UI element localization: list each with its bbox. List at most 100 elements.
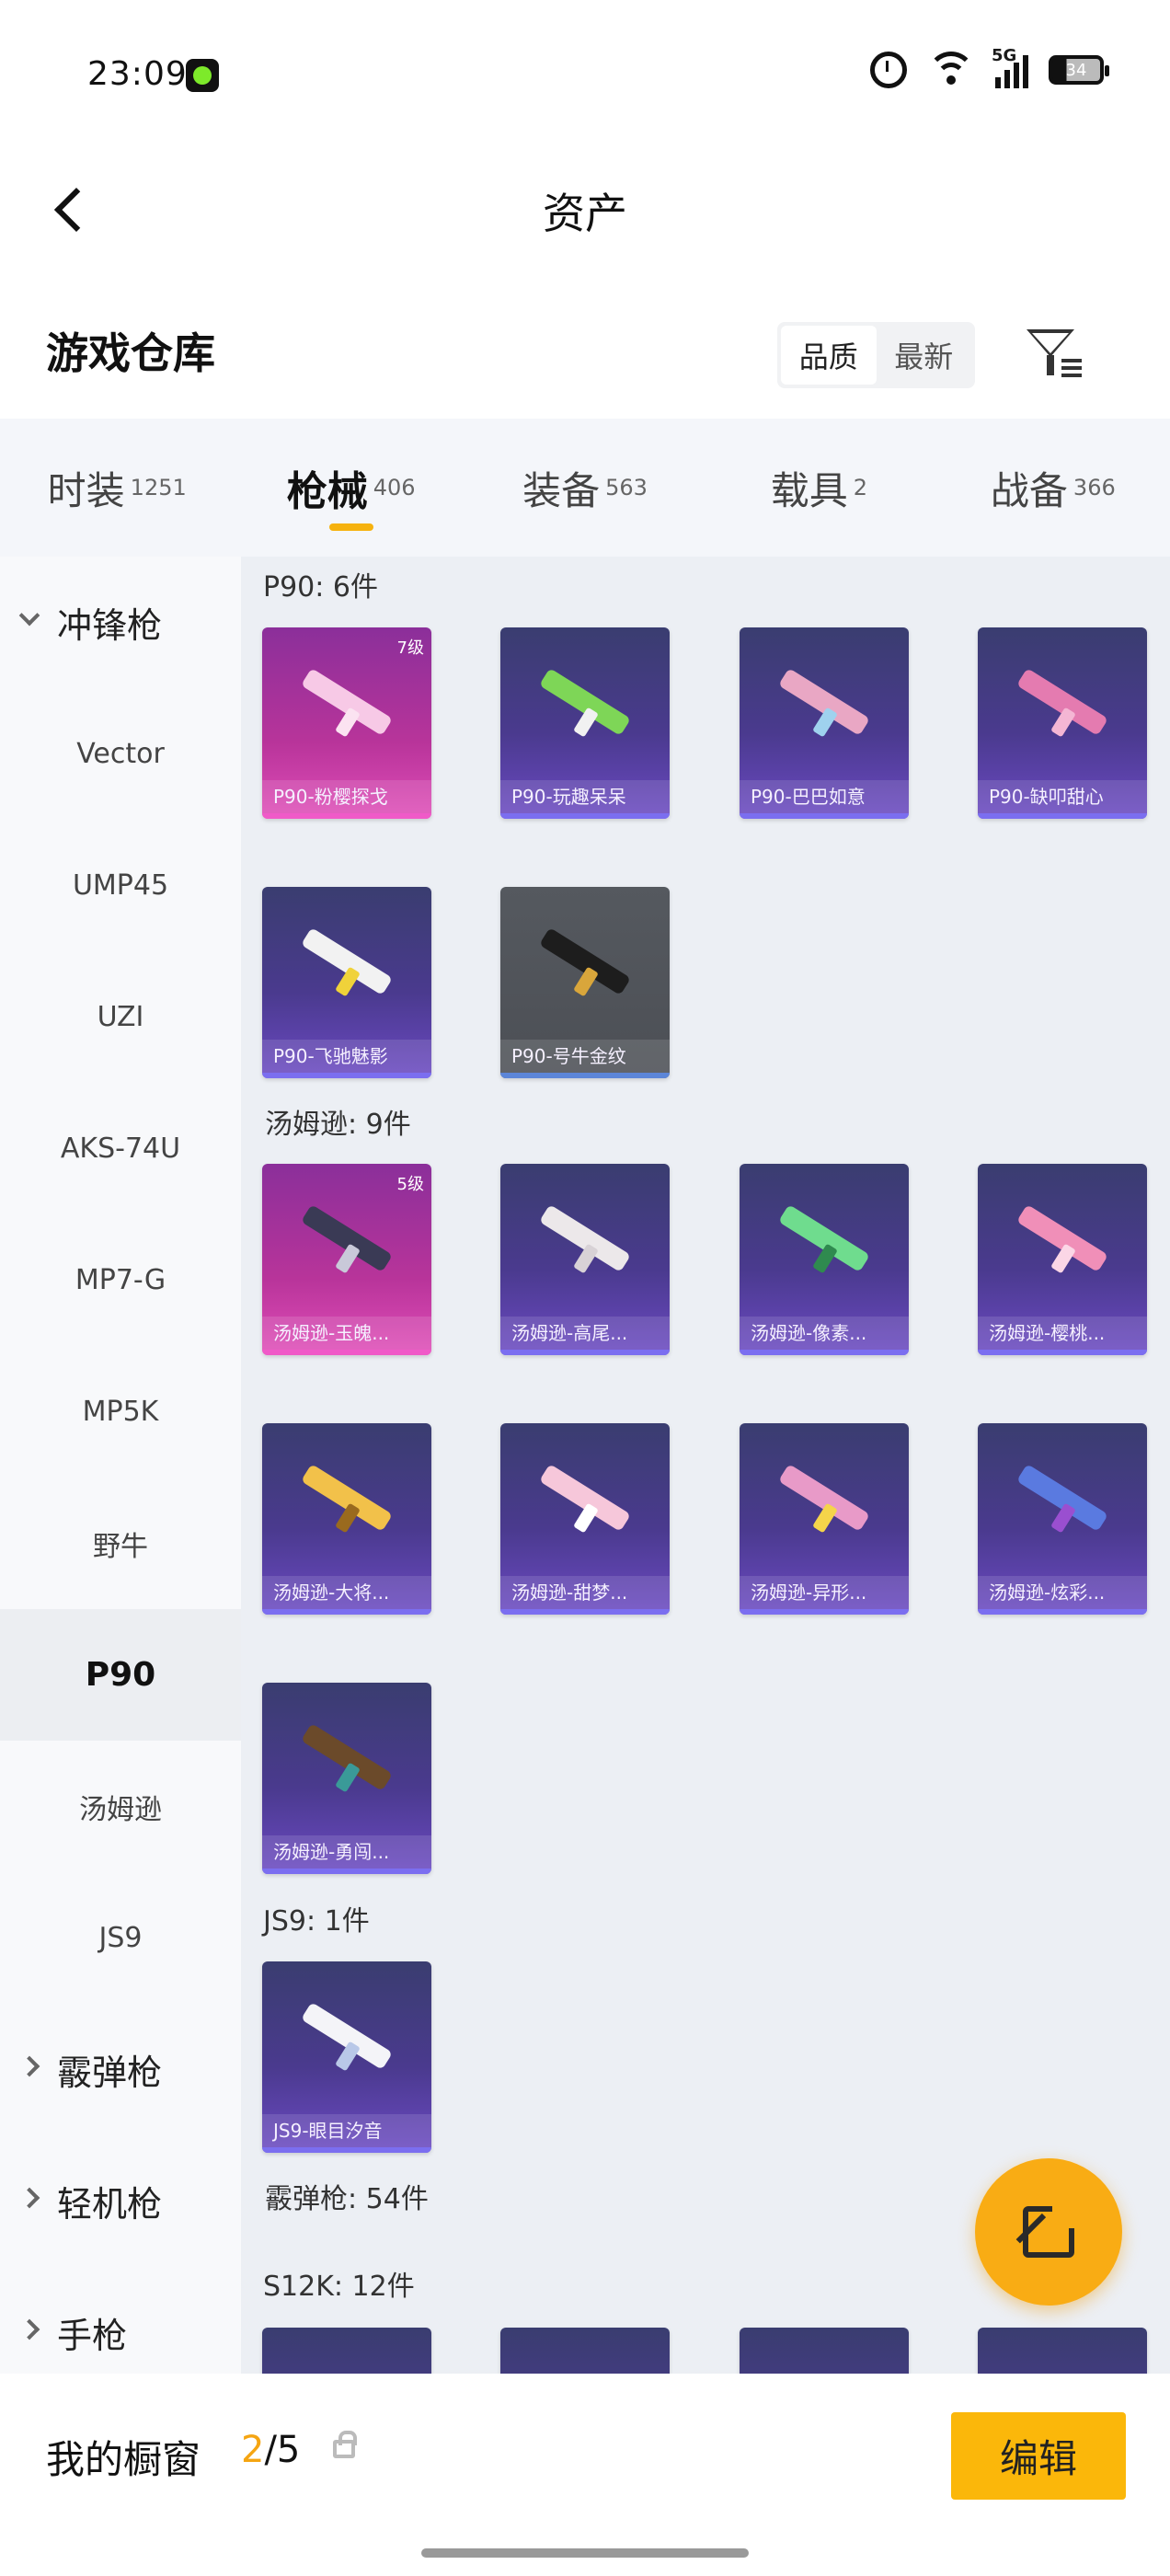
clock: 23:09: [87, 55, 188, 93]
weapon-grid: P90: 6件 7级 P90-粉樱探戈 P90-玩趣呆呆 P90-巴巴如意 P9…: [241, 557, 1170, 2374]
status-bar: 23:09 5G 34: [0, 0, 1170, 147]
thompson-skin-icon: [1005, 1464, 1119, 1534]
js9-skin-icon: [290, 2002, 404, 2072]
sidebar-group-lmg[interactable]: 轻机枪: [0, 2135, 241, 2267]
weapon-card[interactable]: [500, 2328, 670, 2374]
p90-skin-icon: [290, 927, 404, 997]
chevron-right-icon: [18, 2055, 40, 2077]
battery-icon: 34: [1049, 55, 1109, 85]
level-badge: 7级: [396, 638, 424, 658]
category-tabs: 时装 1251 枪械 406 装备 563 载具 2 战备 366: [0, 419, 1170, 557]
weapon-card[interactable]: 汤姆逊-高尾...: [500, 1164, 670, 1355]
chevron-right-icon: [18, 2187, 40, 2209]
edit-button[interactable]: 编辑: [951, 2412, 1126, 2500]
p90-skin-icon: [290, 668, 404, 738]
sidebar-item-js9[interactable]: JS9: [0, 1872, 241, 2004]
section-header: 游戏仓库 品质 最新: [0, 294, 1170, 414]
weapon-card[interactable]: 汤姆逊-炫彩...: [978, 1423, 1147, 1615]
weapon-card[interactable]: [740, 2328, 909, 2374]
share-button[interactable]: [975, 2158, 1122, 2306]
home-indicator[interactable]: [421, 2548, 749, 2558]
sidebar-item-vector[interactable]: Vector: [0, 688, 241, 820]
group-header-thompson: 汤姆逊: 9件: [265, 1109, 411, 1141]
weapon-card[interactable]: P90-缺叩甜心: [978, 627, 1147, 819]
sidebar-item-p90[interactable]: P90: [0, 1609, 241, 1741]
filter-button[interactable]: [1021, 322, 1085, 386]
tab-firearms[interactable]: 枪械 406: [234, 419, 467, 557]
weapon-name: P90-飞驰魅影: [262, 1040, 431, 1073]
sidebar-item-mp5k[interactable]: MP5K: [0, 1346, 241, 1478]
filter-icon: [1027, 329, 1074, 357]
thompson-skin-icon: [290, 1204, 404, 1274]
group-header-s12k: S12K: 12件: [263, 2271, 415, 2303]
weapon-card[interactable]: P90-玩趣呆呆: [500, 627, 670, 819]
group-header-shotgun: 霰弹枪: 54件: [265, 2183, 429, 2215]
sort-newest-button[interactable]: 最新: [877, 326, 972, 385]
weapon-name: 汤姆逊-像素...: [740, 1317, 909, 1350]
thompson-skin-icon: [767, 1464, 881, 1534]
weapon-name: 汤姆逊-勇闯...: [262, 1835, 431, 1869]
alarm-icon: [870, 52, 907, 88]
showcase-count: 2/5: [241, 2429, 301, 2471]
p90-skin-icon: [767, 668, 881, 738]
weapon-name: JS9-眼目汐音: [262, 2114, 431, 2147]
sort-toggle: 品质 最新: [777, 322, 975, 388]
weapon-card[interactable]: P90-号牛金纹: [500, 887, 670, 1078]
cellular-signal-icon: 5G: [992, 46, 1028, 88]
thompson-skin-icon: [290, 1464, 404, 1534]
showcase-label: 我的橱窗: [46, 2437, 201, 2482]
weapon-name: 汤姆逊-樱桃...: [978, 1317, 1147, 1350]
p90-skin-icon: [528, 927, 642, 997]
weapon-name: 汤姆逊-玉魄...: [262, 1317, 431, 1350]
section-title: 游戏仓库: [46, 328, 215, 378]
group-header-js9: JS9: 1件: [263, 1905, 370, 1938]
tab-outfits[interactable]: 时装 1251: [0, 419, 234, 557]
sidebar-group-shotgun[interactable]: 霰弹枪: [0, 2004, 241, 2135]
thompson-skin-icon: [1005, 1204, 1119, 1274]
thompson-skin-icon: [290, 1723, 404, 1793]
weapon-card[interactable]: 汤姆逊-甜梦...: [500, 1423, 670, 1615]
weapon-name: 汤姆逊-甜梦...: [500, 1576, 670, 1609]
weapon-card[interactable]: [978, 2328, 1147, 2374]
sidebar-item-bizon[interactable]: 野牛: [0, 1478, 241, 1609]
chevron-right-icon: [18, 2318, 40, 2340]
p90-skin-icon: [528, 668, 642, 738]
group-header-p90: P90: 6件: [263, 571, 378, 604]
weapon-card[interactable]: 5级 汤姆逊-玉魄...: [262, 1164, 431, 1355]
page-title: 资产: [543, 189, 627, 238]
sidebar-item-uzi[interactable]: UZI: [0, 951, 241, 1083]
lock-icon: [333, 2431, 357, 2458]
share-icon: [1023, 2201, 1080, 2258]
sidebar-item-ump45[interactable]: UMP45: [0, 820, 241, 951]
weapon-name: P90-缺叩甜心: [978, 780, 1147, 813]
weapon-card[interactable]: 汤姆逊-异形...: [740, 1423, 909, 1615]
weapon-card[interactable]: P90-飞驰魅影: [262, 887, 431, 1078]
weapon-card[interactable]: 汤姆逊-勇闯...: [262, 1683, 431, 1874]
status-icons: 5G 34: [870, 46, 1109, 88]
tab-equipment[interactable]: 装备 563: [468, 419, 702, 557]
weapon-card[interactable]: [262, 2328, 431, 2374]
sidebar-item-aks74u[interactable]: AKS-74U: [0, 1083, 241, 1214]
tab-supplies[interactable]: 战备 366: [936, 419, 1170, 557]
weapon-name: P90-玩趣呆呆: [500, 780, 670, 813]
weapon-card[interactable]: 汤姆逊-大将...: [262, 1423, 431, 1615]
wifi-icon: [927, 52, 975, 88]
weapon-card[interactable]: 汤姆逊-像素...: [740, 1164, 909, 1355]
weapon-name: 汤姆逊-异形...: [740, 1576, 909, 1609]
weapon-card[interactable]: JS9-眼目汐音: [262, 1961, 431, 2153]
p90-skin-icon: [1005, 668, 1119, 738]
weapon-name: 汤姆逊-高尾...: [500, 1317, 670, 1350]
sidebar-group-smg[interactable]: 冲锋枪: [0, 557, 241, 688]
thompson-skin-icon: [528, 1464, 642, 1534]
chevron-down-icon: [18, 604, 40, 627]
weapon-name: P90-粉樱探戈: [262, 780, 431, 813]
weapon-sidebar: 冲锋枪 Vector UMP45 UZI AKS-74U MP7-G MP5K …: [0, 557, 241, 2374]
weapon-card[interactable]: 7级 P90-粉樱探戈: [262, 627, 431, 819]
tab-vehicles[interactable]: 载具 2: [702, 419, 935, 557]
sidebar-item-mp7g[interactable]: MP7-G: [0, 1214, 241, 1346]
weapon-card[interactable]: 汤姆逊-樱桃...: [978, 1164, 1147, 1355]
sort-quality-button[interactable]: 品质: [781, 326, 877, 385]
sidebar-item-thompson[interactable]: 汤姆逊: [0, 1741, 241, 1872]
thompson-skin-icon: [528, 1204, 642, 1274]
weapon-card[interactable]: P90-巴巴如意: [740, 627, 909, 819]
